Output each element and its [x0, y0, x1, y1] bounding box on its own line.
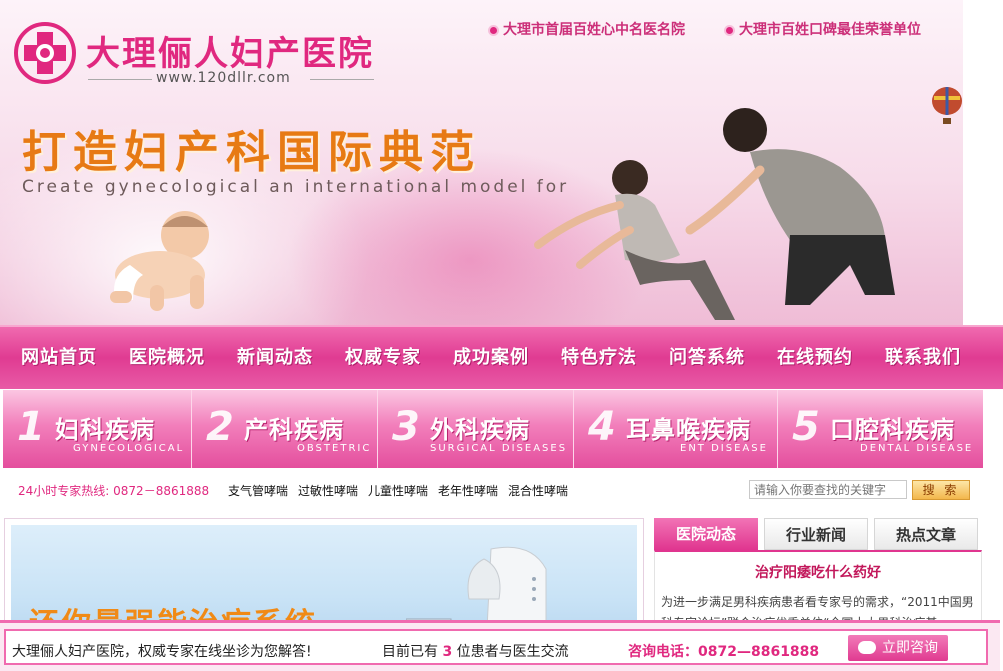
url-divider-right	[310, 79, 374, 80]
nav-news[interactable]: 新闻动态	[237, 343, 313, 369]
tab-industry-news[interactable]: 行业新闻	[764, 518, 868, 550]
main-nav: 网站首页 医院概况 新闻动态 权威专家 成功案例 特色疗法 问答系统 在线预约 …	[0, 325, 1003, 389]
keyword-link[interactable]: 混合性哮喘	[508, 482, 568, 499]
consult-phone: 咨询电话：0872—8861888	[628, 644, 820, 660]
dept-label: 口腔科疾病	[830, 416, 955, 444]
dept-label-en: DENTAL DISEASE	[860, 443, 974, 454]
dept-surgery[interactable]: 3 外科疾病 SURGICAL DISEASES	[378, 390, 574, 468]
award-2: 大理市百姓口碑最佳荣誉单位	[726, 19, 921, 39]
hotline-number: 0872－8861888	[113, 484, 210, 498]
keyword-link[interactable]: 支气管哮喘	[228, 482, 288, 499]
nav-appointment[interactable]: 在线预约	[777, 343, 853, 369]
online-prefix: 目前已有	[382, 644, 438, 660]
tab-hospital-news[interactable]: 医院动态	[654, 518, 758, 550]
header-banner: 大理俪人妇产医院 www.120dllr.com 大理市首届百姓心中名医名院 大…	[0, 0, 1003, 325]
nav-therapies[interactable]: 特色疗法	[561, 343, 637, 369]
consult-now-label: 立即咨询	[882, 640, 938, 656]
consult-intro: 大理俪人妇产医院，权威专家在线坐诊为您解答!	[12, 644, 312, 660]
medical-device-illustration	[406, 546, 547, 629]
dept-number: 2	[206, 404, 234, 450]
feature-slideshow[interactable]: 还你最强能治疗系统	[4, 518, 644, 630]
online-count: 3	[442, 644, 453, 660]
nav-qa[interactable]: 问答系统	[669, 343, 745, 369]
keyword-link[interactable]: 老年性哮喘	[438, 482, 498, 499]
chat-bubble-icon	[858, 641, 876, 654]
dept-label-en: ENT DISEASE	[680, 443, 768, 454]
dept-label-en: OBSTETRIC	[297, 443, 372, 454]
dept-number: 5	[792, 404, 820, 450]
dept-dental[interactable]: 5 口腔科疾病 DENTAL DISEASE	[778, 390, 983, 468]
dept-label: 产科疾病	[244, 416, 344, 444]
url-divider-left	[88, 79, 152, 80]
keyword-link[interactable]: 儿童性哮喘	[368, 482, 428, 499]
nav-experts[interactable]: 权威专家	[345, 343, 421, 369]
consult-now-button[interactable]: 立即咨询	[848, 635, 948, 661]
nav-cases[interactable]: 成功案例	[453, 343, 529, 369]
banner-slogan-en: Create gynecological an international mo…	[22, 177, 570, 197]
news-headline[interactable]: 治疗阳痿吃什么药好	[655, 562, 981, 582]
bullet-icon	[726, 26, 733, 34]
dept-label: 外科疾病	[430, 416, 530, 444]
online-status: 目前已有 3 位患者与医生交流	[382, 641, 569, 661]
hospital-logo-icon	[14, 22, 76, 84]
baby-illustration	[110, 211, 209, 311]
news-tabs: 医院动态 行业新闻 热点文章	[654, 518, 980, 550]
hotline-prefix: 24小时专家热线:	[18, 484, 110, 498]
dept-number: 4	[588, 404, 616, 450]
department-tabs: 1 妇科疾病 GYNECOLOGICAL 2 产科疾病 OBSTETRIC 3 …	[3, 390, 983, 468]
dept-ent[interactable]: 4 耳鼻喉疾病 ENT DISEASE	[574, 390, 778, 468]
keyword-link[interactable]: 过敏性哮喘	[298, 482, 358, 499]
nav-home[interactable]: 网站首页	[21, 343, 97, 369]
dept-number: 1	[17, 404, 45, 450]
couple-illustration	[534, 108, 895, 320]
consult-float-bar: 大理俪人妇产医院，权威专家在线坐诊为您解答! 目前已有 3 位患者与医生交流 咨…	[0, 620, 1000, 671]
online-suffix: 位患者与医生交流	[456, 644, 569, 660]
banner-slogan: 打造妇产科国际典范	[22, 127, 481, 178]
dept-label-en: GYNECOLOGICAL	[73, 443, 185, 454]
award-1: 大理市首届百姓心中名医名院	[490, 19, 685, 39]
hotline: 24小时专家热线: 0872－8861888	[18, 482, 209, 499]
dept-label: 妇科疾病	[55, 416, 155, 444]
consult-float-bar-inner: 大理俪人妇产医院，权威专家在线坐诊为您解答! 目前已有 3 位患者与医生交流 咨…	[4, 629, 988, 665]
balloon-icon	[967, 119, 983, 143]
hospital-name: 大理俪人妇产医院	[86, 34, 374, 74]
tab-hot-articles[interactable]: 热点文章	[874, 518, 978, 550]
dept-number: 3	[392, 404, 420, 450]
site-url: www.120dllr.com	[156, 70, 291, 86]
nav-hospital-overview[interactable]: 医院概况	[129, 343, 205, 369]
nav-contact[interactable]: 联系我们	[885, 343, 961, 369]
search-input[interactable]	[749, 480, 907, 499]
dept-obstetrics[interactable]: 2 产科疾病 OBSTETRIC	[192, 390, 378, 468]
dept-label: 耳鼻喉疾病	[626, 416, 751, 444]
bullet-icon	[490, 26, 497, 34]
dept-label-en: SURGICAL DISEASES	[430, 443, 568, 454]
search-button[interactable]: 搜 索	[912, 480, 970, 500]
balloon-icon	[932, 87, 962, 124]
dept-gynecology[interactable]: 1 妇科疾病 GYNECOLOGICAL	[3, 390, 192, 468]
